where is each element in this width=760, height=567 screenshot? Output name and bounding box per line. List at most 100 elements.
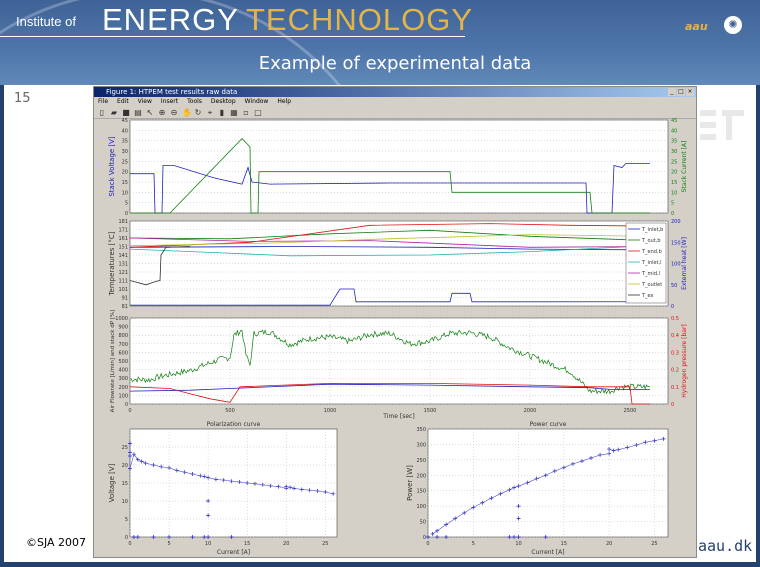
x-tick-label: 15 bbox=[561, 541, 567, 547]
y2-axis-label: Hydrogen pressure [bar] bbox=[681, 324, 688, 398]
y2-tick-label: 0 bbox=[671, 211, 674, 217]
y-tick-label: 5 bbox=[125, 201, 128, 207]
legend-entry: T_outlet bbox=[641, 282, 662, 288]
plot-area-flow bbox=[129, 317, 669, 405]
plot-area-temperature bbox=[129, 220, 669, 307]
legend-entry: T_inlet,b bbox=[641, 227, 663, 233]
y-tick-label: 35 bbox=[122, 139, 128, 145]
y2-tick-label: 0 bbox=[671, 402, 674, 408]
y2-tick-label: 35 bbox=[671, 139, 677, 145]
y-tick-label: 25 bbox=[122, 159, 128, 165]
plot-title: Polarization curve bbox=[207, 421, 261, 428]
y-tick-label: 300 bbox=[118, 376, 128, 382]
y-axis-label: Power [W] bbox=[406, 465, 414, 501]
y-tick-label: 900 bbox=[118, 325, 128, 331]
y2-tick-label: 0 bbox=[671, 304, 674, 310]
y-tick-label: 500 bbox=[118, 359, 128, 365]
y-tick-label: 101 bbox=[118, 287, 128, 293]
x-tick-label: 0 bbox=[128, 541, 131, 547]
y2-tick-label: 0.1 bbox=[671, 385, 679, 391]
x-tick-label: 1000 bbox=[324, 408, 337, 414]
plot-area-polarization bbox=[129, 428, 338, 538]
x-tick-label: 25 bbox=[651, 541, 657, 547]
legend-entry: T_end,b bbox=[641, 249, 662, 255]
y2-tick-label: 0.5 bbox=[671, 316, 679, 322]
plots-canvas: 051015202530354045051015202530354045Stac… bbox=[108, 118, 688, 556]
y-tick-label: 400 bbox=[118, 368, 128, 374]
x-tick-label: 20 bbox=[283, 541, 289, 547]
plot-title: Power curve bbox=[530, 421, 567, 428]
x-tick-label: 10 bbox=[205, 541, 211, 547]
y-tick-label: 10 bbox=[122, 190, 128, 196]
y-tick-label: 0 bbox=[125, 211, 128, 217]
y-tick-label: 131 bbox=[118, 262, 128, 268]
y-tick-label: 141 bbox=[118, 253, 128, 259]
x-axis-label: Time [sec] bbox=[382, 413, 414, 420]
y-tick-label: 100 bbox=[118, 393, 128, 399]
y-tick-label: 10 bbox=[122, 499, 128, 505]
y-axis-label: Air Flowrate [L/min] and stack dP [%] bbox=[110, 310, 116, 413]
y-tick-label: 15 bbox=[122, 481, 128, 487]
y2-axis-label: External heat [W] bbox=[681, 237, 688, 290]
y-axis-label: Voltage [V] bbox=[108, 463, 116, 502]
y-tick-label: 181 bbox=[118, 219, 128, 225]
y2-tick-label: 0.3 bbox=[671, 350, 679, 356]
x-axis-label: Current [A] bbox=[531, 549, 564, 556]
site-link[interactable]: aau.dk bbox=[698, 537, 752, 555]
y2-tick-label: 45 bbox=[671, 118, 677, 124]
y-tick-label: 20 bbox=[122, 463, 128, 469]
y-tick-label: 91 bbox=[122, 296, 128, 302]
y-tick-label: 50 bbox=[420, 520, 426, 526]
y-tick-label: 150 bbox=[416, 489, 426, 495]
x-tick-label: 10 bbox=[515, 541, 521, 547]
y-tick-label: 30 bbox=[122, 149, 128, 155]
y-tick-label: 350 bbox=[416, 427, 426, 433]
y-tick-label: 20 bbox=[122, 170, 128, 176]
legend-entry: T_mid,l bbox=[641, 271, 660, 277]
y-tick-label: 45 bbox=[122, 118, 128, 124]
y-axis-label: Stack Voltage [V] bbox=[108, 136, 116, 197]
legend-entry: T_ex bbox=[641, 293, 654, 299]
plot-flow bbox=[129, 317, 669, 405]
legend-entry: T_inlet,l bbox=[641, 260, 662, 266]
y-tick-label: 250 bbox=[416, 458, 426, 464]
y-tick-label: 161 bbox=[118, 236, 128, 242]
y-tick-label: 25 bbox=[122, 445, 128, 451]
y2-tick-label: 30 bbox=[671, 149, 677, 155]
y2-tick-label: 10 bbox=[671, 190, 677, 196]
x-tick-label: 500 bbox=[225, 408, 235, 414]
y-axis-label: Temperatures [°C] bbox=[108, 231, 116, 296]
y2-tick-label: 200 bbox=[671, 219, 681, 225]
plot-area-voltage bbox=[129, 119, 669, 214]
plot-voltage bbox=[129, 119, 669, 214]
y-tick-label: 171 bbox=[118, 228, 128, 234]
y-tick-label: 5 bbox=[125, 517, 128, 523]
y2-tick-label: 40 bbox=[671, 128, 677, 134]
y2-tick-label: 5 bbox=[671, 201, 674, 207]
y-tick-label: 121 bbox=[118, 270, 128, 276]
copyright: ©SJA 2007 bbox=[26, 536, 87, 549]
y2-tick-label: 0.2 bbox=[671, 368, 679, 374]
y-tick-label: 100 bbox=[416, 504, 426, 510]
plot-power bbox=[426, 428, 669, 539]
y-tick-label: 800 bbox=[118, 333, 128, 339]
y-tick-label: 1000 bbox=[115, 316, 128, 322]
y-tick-label: 600 bbox=[118, 350, 128, 356]
y2-tick-label: 150 bbox=[671, 240, 681, 246]
y2-tick-label: 15 bbox=[671, 180, 677, 186]
x-tick-label: 1500 bbox=[424, 408, 437, 414]
x-tick-label: 2500 bbox=[624, 408, 637, 414]
y-tick-label: 40 bbox=[122, 128, 128, 134]
y-tick-label: 200 bbox=[118, 385, 128, 391]
x-tick-label: 0 bbox=[128, 408, 131, 414]
y-tick-label: 81 bbox=[122, 304, 128, 310]
plot-area-power bbox=[427, 428, 669, 538]
x-tick-label: 25 bbox=[322, 541, 328, 547]
y-tick-label: 151 bbox=[118, 245, 128, 251]
y-tick-label: 111 bbox=[118, 279, 128, 285]
y-tick-label: 300 bbox=[416, 442, 426, 448]
y-tick-label: 15 bbox=[122, 180, 128, 186]
x-tick-label: 20 bbox=[606, 541, 612, 547]
x-axis-label: Current [A] bbox=[217, 549, 250, 556]
y2-axis-label: Stack Current [A] bbox=[681, 141, 688, 193]
